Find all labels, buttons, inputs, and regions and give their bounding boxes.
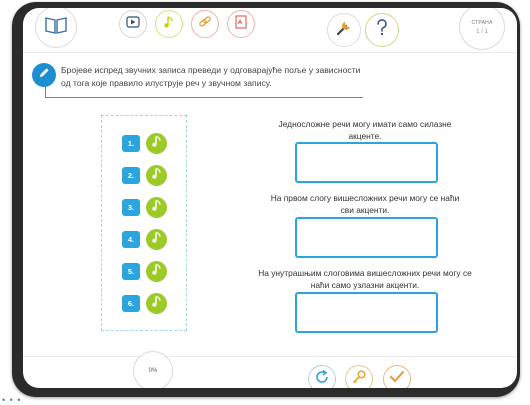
music-note-icon	[151, 295, 162, 313]
instruction-text: Бројеве испред звучних записа преведи у …	[61, 65, 361, 88]
number-badge[interactable]: 5.	[122, 263, 140, 280]
instruction-divider	[45, 97, 363, 98]
music-note-icon	[151, 135, 162, 153]
page-number: 1 / 1	[476, 28, 488, 35]
number-badge[interactable]: 1.	[122, 135, 140, 152]
check-icon	[389, 370, 405, 389]
check-answer-button[interactable]	[383, 365, 411, 388]
bottom-divider	[23, 356, 517, 357]
settings-button[interactable]	[327, 13, 361, 47]
play-audio-button[interactable]	[146, 133, 167, 154]
page-label: СТРАНА	[471, 19, 493, 26]
top-toolbar: СТРАНА 1 / 1	[23, 8, 517, 53]
show-solution-button[interactable]	[345, 365, 373, 388]
link-button[interactable]	[191, 10, 219, 38]
music-note-icon	[151, 263, 162, 281]
audio-item[interactable]: 4.	[122, 229, 167, 250]
rule-label: На првом слогу вишесложних речи могу се …	[270, 193, 460, 215]
number-badge[interactable]: 6.	[122, 295, 140, 312]
video-button[interactable]	[119, 10, 147, 38]
number-badge[interactable]: 2.	[122, 167, 140, 184]
answer-drop-field[interactable]	[295, 217, 438, 258]
music-note-icon	[151, 231, 162, 249]
play-audio-button[interactable]	[146, 229, 167, 250]
music-note-icon	[151, 167, 162, 185]
instruction-pencil-badge	[32, 63, 56, 87]
book-button[interactable]	[35, 8, 77, 48]
rule-label: Једносложне речи могу имати само силазне…	[278, 119, 452, 141]
play-audio-button[interactable]	[146, 261, 167, 282]
number-badge[interactable]: 3.	[122, 199, 140, 216]
audio-item[interactable]: 5.	[122, 261, 167, 282]
wrench-icon	[335, 19, 353, 42]
music-note-icon	[151, 199, 162, 217]
audio-item[interactable]: 6.	[122, 293, 167, 314]
audio-item[interactable]: 1.	[122, 133, 167, 154]
video-icon	[126, 15, 140, 33]
help-button[interactable]	[365, 13, 399, 47]
play-audio-button[interactable]	[146, 165, 167, 186]
audio-item[interactable]: 3.	[122, 197, 167, 218]
answer-drop-field[interactable]	[295, 142, 438, 183]
document-icon	[235, 14, 247, 34]
number-badge[interactable]: 4.	[122, 231, 140, 248]
audio-item[interactable]: 2.	[122, 165, 167, 186]
audio-list: 1. 2. 3. 4. 5. 6.	[101, 115, 187, 331]
progress-indicator: 0%	[133, 351, 173, 388]
reset-button[interactable]	[308, 365, 336, 388]
key-icon	[351, 369, 367, 389]
document-button[interactable]	[227, 10, 255, 38]
book-icon	[45, 16, 67, 39]
play-audio-button[interactable]	[146, 197, 167, 218]
exercise-screen: СТРАНА 1 / 1 Бројеве испред звучних запи…	[23, 8, 517, 388]
music-button[interactable]	[155, 10, 183, 38]
page-dots-decoration: • • •	[2, 395, 22, 405]
page-indicator: СТРАНА 1 / 1	[459, 8, 505, 50]
answer-drop-field[interactable]	[295, 292, 438, 333]
music-icon	[163, 15, 175, 34]
link-icon	[198, 15, 212, 34]
help-icon	[375, 18, 389, 42]
play-audio-button[interactable]	[146, 293, 167, 314]
rule-label: На унутрашњим слоговима вишесложних речи…	[258, 268, 472, 290]
pencil-icon	[37, 66, 51, 85]
reset-icon	[314, 369, 330, 389]
